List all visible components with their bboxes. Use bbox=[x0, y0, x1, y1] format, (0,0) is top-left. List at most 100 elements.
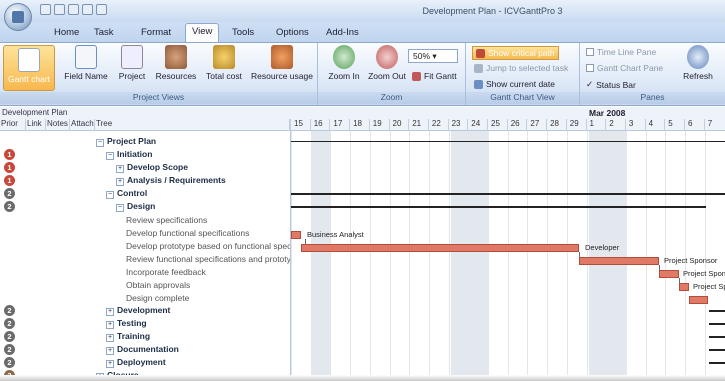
expand-icon[interactable]: + bbox=[116, 165, 124, 173]
show-critical-path-button[interactable]: Show critical path bbox=[472, 46, 559, 60]
jump-to-selected-button[interactable]: Jump to selected task bbox=[474, 63, 568, 73]
tab-options[interactable]: Options bbox=[270, 25, 315, 40]
total-cost-label: Total cost bbox=[206, 71, 242, 81]
task-tree-cell: Develop functional specifications bbox=[126, 228, 249, 238]
col-notes[interactable]: Notes bbox=[46, 119, 70, 131]
time-line-pane-check[interactable] bbox=[586, 48, 594, 56]
group-label-zoom: Zoom bbox=[318, 92, 465, 104]
priority-badge: 1 bbox=[4, 149, 15, 160]
task-row[interactable]: Design complete bbox=[0, 291, 290, 304]
zoom-select[interactable]: 50% ▾ bbox=[408, 49, 458, 63]
task-bar[interactable] bbox=[291, 231, 301, 239]
task-row[interactable]: Obtain approvals bbox=[0, 278, 290, 291]
expand-icon[interactable]: + bbox=[106, 334, 114, 342]
task-row[interactable]: 2 − Control bbox=[0, 187, 290, 200]
expand-icon[interactable]: + bbox=[106, 347, 114, 355]
task-name: Testing bbox=[117, 318, 147, 328]
task-row[interactable]: Review specifications bbox=[0, 213, 290, 226]
tab-add-ins[interactable]: Add-Ins bbox=[320, 25, 365, 40]
weekend-shade bbox=[311, 131, 330, 381]
collapse-icon[interactable]: − bbox=[106, 152, 114, 160]
project-button[interactable]: Project bbox=[114, 45, 150, 81]
task-row[interactable]: Develop prototype based on functional sp… bbox=[0, 239, 290, 252]
task-name: Control bbox=[117, 188, 148, 198]
task-bar[interactable] bbox=[301, 244, 579, 252]
gantt-gridline bbox=[389, 131, 391, 381]
task-row[interactable]: 1 + Develop Scope bbox=[0, 161, 290, 174]
summary-bar[interactable] bbox=[709, 336, 725, 338]
collapse-icon[interactable]: − bbox=[116, 204, 124, 212]
task-row[interactable]: Review functional specifications and pro… bbox=[0, 252, 290, 265]
gantt-chart-pane-check[interactable] bbox=[586, 64, 594, 72]
day-header-cell: 22 bbox=[427, 119, 447, 131]
collapse-icon[interactable]: − bbox=[96, 139, 104, 147]
task-tree-cell: Develop prototype based on functional sp… bbox=[126, 241, 290, 251]
zoom-in-button[interactable]: Zoom In bbox=[324, 45, 364, 81]
task-name: Design bbox=[127, 201, 156, 211]
time-line-pane-checkbox[interactable]: Time Line Pane bbox=[586, 47, 656, 57]
task-row[interactable]: Incorporate feedback bbox=[0, 265, 290, 278]
expand-icon[interactable]: + bbox=[116, 178, 124, 186]
tab-format[interactable]: Format bbox=[135, 25, 177, 40]
zoom-out-button[interactable]: Zoom Out bbox=[366, 45, 408, 81]
gantt-chart-pane-checkbox[interactable]: Gantt Chart Pane bbox=[586, 63, 663, 73]
task-row[interactable]: 2 + Training bbox=[0, 330, 290, 343]
col-attach[interactable]: Attach bbox=[70, 119, 95, 131]
summary-bar-design[interactable] bbox=[291, 206, 706, 208]
summary-bar[interactable] bbox=[709, 349, 725, 351]
expand-icon[interactable]: + bbox=[106, 360, 114, 368]
summary-bar[interactable] bbox=[709, 362, 725, 364]
priority-badge: 2 bbox=[4, 305, 15, 316]
summary-bar[interactable] bbox=[709, 310, 725, 312]
resources-button[interactable]: Resources bbox=[153, 45, 199, 81]
task-tree-cell: + Develop Scope bbox=[116, 162, 188, 173]
tab-view[interactable]: View bbox=[185, 23, 220, 42]
tab-tools[interactable]: Tools bbox=[226, 25, 260, 40]
task-row[interactable]: 2 + Development bbox=[0, 304, 290, 317]
col-tree[interactable]: Tree bbox=[95, 119, 290, 131]
task-bar[interactable] bbox=[679, 283, 689, 291]
fit-gantt-button[interactable]: Fit Gantt bbox=[412, 71, 457, 81]
field-name-button[interactable]: Field Name bbox=[62, 45, 110, 81]
task-bar[interactable] bbox=[689, 296, 708, 304]
task-row[interactable]: 2 + Documentation bbox=[0, 343, 290, 356]
day-header-cell: 25 bbox=[487, 119, 506, 131]
resource-usage-button[interactable]: Resource usage bbox=[249, 45, 315, 81]
resources-icon bbox=[165, 45, 187, 69]
task-tree-cell: Incorporate feedback bbox=[126, 267, 206, 277]
col-link[interactable]: Link bbox=[26, 119, 46, 131]
task-name: Project Plan bbox=[107, 136, 157, 146]
task-name: Training bbox=[117, 331, 151, 341]
day-header-cell: 5 bbox=[664, 119, 683, 131]
task-row[interactable]: − Project Plan bbox=[0, 135, 290, 148]
task-row[interactable]: Develop functional specifications bbox=[0, 226, 290, 239]
task-bar[interactable] bbox=[579, 257, 659, 265]
summary-bar-control[interactable] bbox=[291, 193, 725, 195]
gantt-chart-button[interactable]: Gantt chart bbox=[3, 45, 55, 91]
task-tree-cell: + Documentation bbox=[106, 344, 179, 355]
day-header-cell: 21 bbox=[408, 119, 427, 131]
task-bar[interactable] bbox=[659, 270, 679, 278]
total-cost-button[interactable]: Total cost bbox=[201, 45, 247, 81]
summary-bar[interactable] bbox=[709, 323, 725, 325]
tab-task[interactable]: Task bbox=[88, 25, 120, 40]
col-prior[interactable]: Prior bbox=[0, 119, 26, 131]
task-row[interactable]: 2 + Deployment bbox=[0, 356, 290, 369]
task-row[interactable]: 2 + Testing bbox=[0, 317, 290, 330]
expand-icon[interactable]: + bbox=[106, 308, 114, 316]
priority-badge: 2 bbox=[4, 344, 15, 355]
show-current-date-button[interactable]: Show current date bbox=[474, 79, 555, 89]
tab-home[interactable]: Home bbox=[48, 25, 85, 40]
priority-badge: 1 bbox=[4, 175, 15, 186]
expand-icon[interactable]: + bbox=[106, 321, 114, 329]
task-row[interactable]: 1 + Analysis / Requirements bbox=[0, 174, 290, 187]
day-header-cell: 27 bbox=[526, 119, 545, 131]
collapse-icon[interactable]: − bbox=[106, 191, 114, 199]
task-row[interactable]: 2 − Design bbox=[0, 200, 290, 213]
task-tree-cell: + Deployment bbox=[106, 357, 166, 368]
fit-gantt-label: Fit Gantt bbox=[424, 71, 457, 81]
application-button[interactable] bbox=[4, 3, 32, 31]
task-row[interactable]: 1 − Initiation bbox=[0, 148, 290, 161]
refresh-button[interactable]: Refresh bbox=[678, 45, 718, 81]
status-bar-checkbox[interactable]: ✓ Status Bar bbox=[586, 79, 636, 90]
